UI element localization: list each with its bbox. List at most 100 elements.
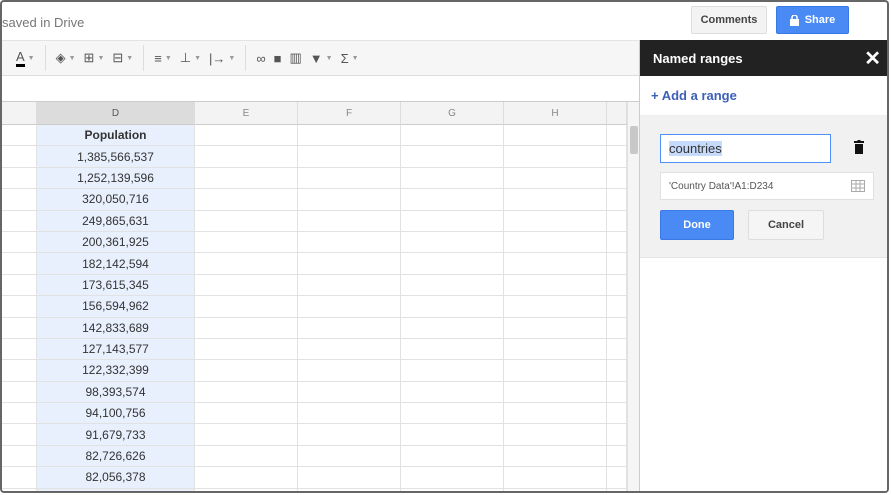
trash-icon[interactable] bbox=[854, 140, 864, 154]
cell[interactable] bbox=[401, 146, 504, 168]
cell[interactable] bbox=[401, 167, 504, 190]
cell[interactable] bbox=[298, 403, 401, 425]
cell[interactable] bbox=[401, 381, 504, 404]
cell[interactable] bbox=[504, 467, 607, 489]
cell[interactable] bbox=[504, 167, 607, 190]
cell[interactable] bbox=[504, 253, 607, 275]
population-cell[interactable]: 156,594,962 bbox=[37, 296, 195, 318]
merge-icon[interactable]: ⊟ ▼ bbox=[112, 50, 133, 66]
align-icon[interactable]: ≡ ▼ bbox=[154, 51, 172, 66]
cell[interactable] bbox=[2, 467, 37, 489]
population-cell[interactable]: 94,100,756 bbox=[37, 403, 195, 425]
cell[interactable] bbox=[607, 317, 627, 339]
population-cell[interactable]: 122,332,399 bbox=[37, 360, 195, 382]
vertical-scrollbar[interactable] bbox=[627, 102, 639, 491]
cell[interactable] bbox=[2, 488, 37, 491]
cell[interactable] bbox=[195, 488, 298, 491]
cell[interactable] bbox=[195, 445, 298, 468]
column-header-g[interactable]: G bbox=[401, 102, 504, 125]
cell[interactable] bbox=[504, 317, 607, 339]
cell[interactable] bbox=[607, 189, 627, 211]
cell[interactable] bbox=[504, 445, 607, 468]
cell[interactable] bbox=[2, 381, 37, 404]
column-header-h[interactable]: H bbox=[504, 102, 607, 125]
cell[interactable] bbox=[401, 125, 504, 147]
column-header-f[interactable]: F bbox=[298, 102, 401, 125]
cell[interactable] bbox=[504, 381, 607, 404]
add-range-link[interactable]: + Add a range bbox=[640, 76, 887, 116]
cell[interactable] bbox=[195, 381, 298, 404]
cell[interactable] bbox=[195, 338, 298, 361]
cell[interactable] bbox=[195, 317, 298, 339]
cell[interactable] bbox=[2, 338, 37, 361]
population-cell[interactable]: 182,142,594 bbox=[37, 253, 195, 275]
cell[interactable] bbox=[504, 189, 607, 211]
cell[interactable] bbox=[195, 403, 298, 425]
cell[interactable] bbox=[195, 210, 298, 232]
population-cell[interactable]: 82,726,626 bbox=[37, 445, 195, 468]
cell[interactable] bbox=[195, 360, 298, 382]
filter-icon[interactable]: ▼ ▼ bbox=[310, 51, 333, 66]
cell[interactable] bbox=[607, 231, 627, 254]
cell[interactable] bbox=[298, 253, 401, 275]
cell[interactable] bbox=[401, 296, 504, 318]
cell[interactable] bbox=[504, 296, 607, 318]
range-reference-input[interactable]: 'Country Data'!A1:D234 bbox=[660, 172, 874, 200]
cell[interactable] bbox=[607, 210, 627, 232]
cell[interactable] bbox=[2, 146, 37, 168]
range-name-input[interactable]: countries bbox=[660, 134, 831, 163]
cell[interactable] bbox=[504, 125, 607, 147]
cell[interactable] bbox=[607, 403, 627, 425]
population-cell[interactable]: Population bbox=[37, 125, 195, 147]
population-cell[interactable]: 91,679,733 bbox=[37, 424, 195, 446]
cell[interactable] bbox=[401, 424, 504, 446]
valign-icon[interactable]: ⊥ ▼ bbox=[180, 50, 201, 66]
cell[interactable] bbox=[195, 424, 298, 446]
cell[interactable] bbox=[2, 210, 37, 232]
cell[interactable] bbox=[607, 381, 627, 404]
cell[interactable] bbox=[2, 360, 37, 382]
cell[interactable] bbox=[2, 253, 37, 275]
cell[interactable] bbox=[2, 274, 37, 297]
cell[interactable] bbox=[401, 488, 504, 491]
scrollbar-thumb[interactable] bbox=[630, 126, 638, 154]
cell[interactable] bbox=[401, 274, 504, 297]
cell[interactable] bbox=[195, 253, 298, 275]
cell[interactable] bbox=[607, 253, 627, 275]
cell[interactable] bbox=[607, 488, 627, 491]
cell[interactable] bbox=[401, 445, 504, 468]
link-icon[interactable]: ∞ bbox=[256, 51, 265, 66]
cell[interactable] bbox=[607, 424, 627, 446]
column-header-d[interactable]: D bbox=[37, 102, 195, 125]
population-cell[interactable]: 1,252,139,596 bbox=[37, 167, 195, 190]
population-cell[interactable]: 249,865,631 bbox=[37, 210, 195, 232]
cell[interactable] bbox=[298, 296, 401, 318]
text-color-icon[interactable]: A ▼ bbox=[16, 49, 35, 67]
cell[interactable] bbox=[401, 253, 504, 275]
cell[interactable] bbox=[298, 338, 401, 361]
borders-icon[interactable]: ⊞ ▼ bbox=[84, 50, 105, 66]
column-header-c[interactable] bbox=[2, 102, 37, 125]
population-cell[interactable]: 200,361,925 bbox=[37, 231, 195, 254]
column-header-i[interactable] bbox=[607, 102, 627, 125]
cell[interactable] bbox=[401, 231, 504, 254]
cell[interactable] bbox=[401, 338, 504, 361]
cell[interactable] bbox=[607, 445, 627, 468]
cell[interactable] bbox=[298, 210, 401, 232]
cell[interactable] bbox=[401, 403, 504, 425]
cell[interactable] bbox=[298, 125, 401, 147]
cell[interactable] bbox=[298, 467, 401, 489]
cell[interactable] bbox=[2, 167, 37, 190]
cell[interactable] bbox=[2, 189, 37, 211]
cell[interactable] bbox=[607, 338, 627, 361]
cell[interactable] bbox=[401, 210, 504, 232]
cell[interactable] bbox=[504, 338, 607, 361]
cell[interactable] bbox=[504, 210, 607, 232]
cell[interactable] bbox=[2, 317, 37, 339]
fill-color-icon[interactable]: ◈ ▼ bbox=[56, 50, 76, 66]
column-header-e[interactable]: E bbox=[195, 102, 298, 125]
cell[interactable] bbox=[401, 317, 504, 339]
cell[interactable] bbox=[2, 125, 37, 147]
cell[interactable] bbox=[298, 231, 401, 254]
comments-button[interactable]: Comments bbox=[691, 6, 767, 34]
